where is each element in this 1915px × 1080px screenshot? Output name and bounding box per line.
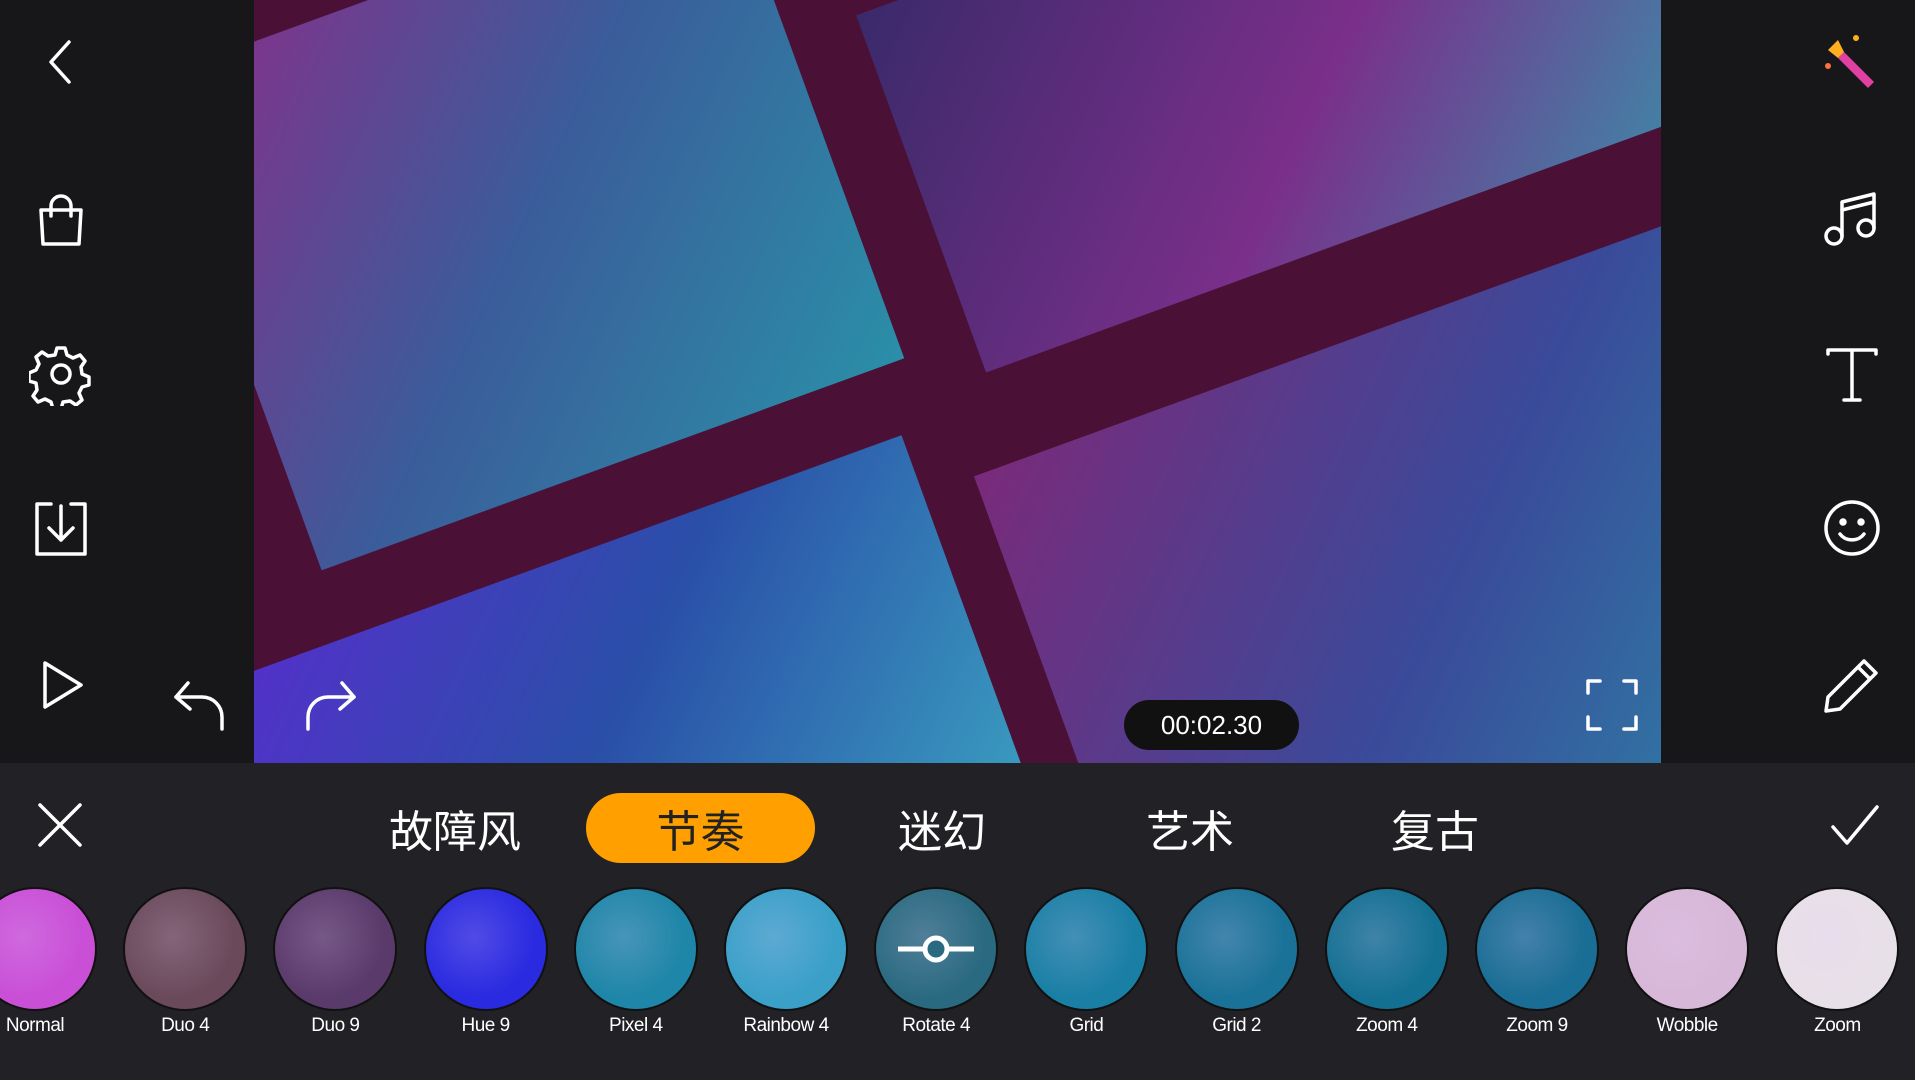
sticker-button[interactable] — [1817, 493, 1887, 563]
effect-item[interactable]: Hue 9 — [416, 887, 556, 1037]
music-button[interactable] — [1817, 185, 1887, 255]
effect-label: Hue 9 — [461, 1015, 510, 1036]
effect-item[interactable]: Duo 9 — [265, 887, 405, 1037]
shopping-bag-icon — [39, 194, 83, 246]
back-button[interactable] — [26, 27, 96, 97]
store-button[interactable] — [26, 185, 96, 255]
tab-psychedelic[interactable]: 迷幻 — [882, 793, 1002, 863]
effect-label: Grid — [1069, 1015, 1104, 1036]
slider-icon — [898, 935, 975, 963]
effect-label: Normal — [5, 1015, 65, 1036]
gear-icon — [29, 346, 91, 406]
redo-icon — [306, 681, 356, 731]
effect-thumbnail — [573, 887, 698, 1011]
redo-button[interactable] — [295, 670, 365, 740]
magic-wand-icon — [1825, 35, 1874, 88]
check-icon — [1831, 805, 1879, 845]
confirm-button[interactable] — [1820, 790, 1890, 860]
undo-button[interactable] — [165, 670, 235, 740]
effect-thumbnail — [1324, 887, 1449, 1011]
effect-thumbnail — [1475, 887, 1599, 1011]
tab-glitch[interactable]: 故障风 — [380, 793, 530, 863]
effect-item[interactable]: Pixel 4 — [566, 887, 706, 1037]
effect-label: Pixel 4 — [609, 1015, 663, 1036]
pencil-icon — [1824, 659, 1878, 713]
effect-label: Zoom 4 — [1356, 1015, 1418, 1036]
effect-item[interactable]: Zoom — [1767, 887, 1907, 1037]
video-preview[interactable]: 00:02.30 — [254, 0, 1661, 763]
effect-item[interactable]: Grid — [1016, 887, 1156, 1037]
effect-item[interactable]: Zoom 9 — [1467, 887, 1607, 1037]
effect-thumbnail — [273, 887, 398, 1011]
close-button[interactable] — [25, 790, 95, 860]
effect-item[interactable]: Rainbow 4 — [716, 887, 856, 1037]
effect-thumbnail — [1174, 887, 1299, 1011]
effect-label: Grid 2 — [1212, 1015, 1261, 1036]
export-button[interactable] — [26, 493, 96, 563]
text-icon — [1826, 348, 1878, 402]
effect-item[interactable]: Normal — [0, 887, 105, 1037]
play-icon — [43, 661, 83, 709]
effect-thumbnail — [1024, 887, 1149, 1011]
back-icon — [49, 40, 71, 84]
close-icon — [38, 803, 82, 847]
effect-label: Duo 9 — [311, 1015, 360, 1036]
effect-thumbnail — [423, 887, 548, 1011]
tab-rhythm[interactable]: 节奏 — [586, 793, 815, 863]
fullscreen-icon — [1586, 679, 1638, 731]
effect-thumbnail — [724, 887, 848, 1011]
effect-label: Zoom — [1814, 1015, 1861, 1036]
right-toolbar — [1661, 0, 1915, 763]
sticker-smiley-icon — [1824, 500, 1880, 556]
fullscreen-button[interactable] — [1577, 670, 1647, 740]
effect-label: Rotate 4 — [902, 1015, 971, 1036]
music-icon — [1824, 192, 1876, 246]
effect-thumbnail — [1775, 887, 1900, 1011]
effect-label: Zoom 9 — [1506, 1015, 1568, 1036]
text-button[interactable] — [1817, 339, 1887, 409]
effect-item[interactable]: Grid 2 — [1167, 887, 1307, 1037]
effect-thumbnail — [0, 887, 97, 1011]
draw-button[interactable] — [1817, 650, 1887, 720]
effect-item[interactable]: Zoom 4 — [1317, 887, 1457, 1037]
download-icon — [35, 502, 87, 556]
undo-icon — [174, 681, 224, 731]
tab-retro[interactable]: 复古 — [1375, 793, 1495, 863]
effect-label: Rainbow 4 — [743, 1015, 829, 1036]
effect-label: Wobble — [1656, 1015, 1719, 1036]
timestamp-label: 00:02.30 — [1124, 700, 1299, 750]
effect-thumbnail — [123, 887, 248, 1011]
effect-thumbnail — [874, 887, 999, 1011]
play-button[interactable] — [26, 650, 96, 720]
left-toolbar — [0, 0, 254, 763]
effects-panel: 故障风 节奏 迷幻 艺术 复古 Normal Duo 4 Duo 9 Hue 9 Pix… — [0, 763, 1915, 1080]
effect-thumbnail — [1625, 887, 1750, 1011]
effect-item[interactable]: Duo 4 — [115, 887, 255, 1037]
magic-effects-button[interactable] — [1817, 27, 1887, 97]
effect-item[interactable]: Wobble — [1617, 887, 1757, 1037]
effect-item[interactable]: Rotate 4 — [866, 887, 1006, 1037]
settings-button[interactable] — [26, 339, 96, 409]
effect-label: Duo 4 — [161, 1015, 210, 1036]
tab-art[interactable]: 艺术 — [1130, 793, 1250, 863]
